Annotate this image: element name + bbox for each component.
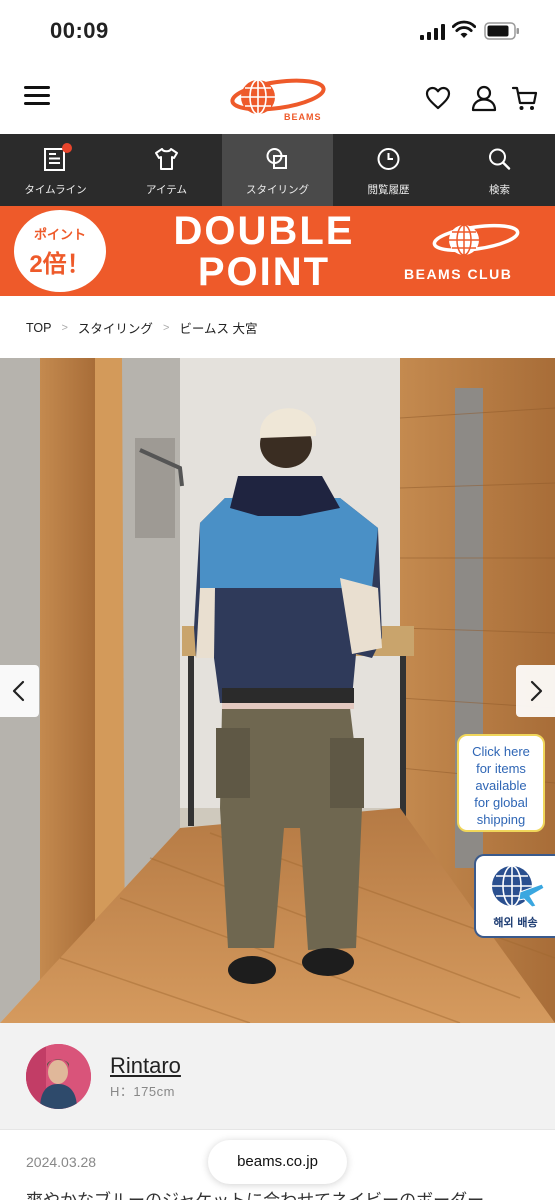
overseas-shipping-button[interactable]: 해외 배송 [474,854,555,938]
nav-label: 閲覧履歴 [367,184,410,196]
avatar[interactable] [26,1044,91,1109]
post-date: 2024.03.28 [26,1154,97,1170]
wifi-icon [452,20,476,38]
search-icon [489,148,511,170]
divider [0,1129,555,1130]
nav-label: スタイリング [246,184,309,196]
chevron-left-icon [12,680,25,702]
styling-icon [266,148,287,169]
battery-icon [484,22,519,40]
bubble-line: for items [476,761,526,776]
badge-line2: 2倍！ [29,251,91,278]
beams-logo[interactable]: BEAMS [228,76,328,122]
status-bar: 00:09 [0,0,555,62]
staff-name-link[interactable]: Rintaro [110,1053,181,1079]
favorite-heart-icon[interactable] [424,84,452,112]
styling-photo: Click here for items available for globa… [0,358,555,1023]
breadcrumb-styling[interactable]: スタイリング [78,318,153,337]
breadcrumb-separator: > [162,321,170,334]
nav-search[interactable]: 検索 [444,134,555,206]
overseas-shipping-label: 해외 배송 [493,916,538,929]
site-header: BEAMS [0,62,555,134]
global-shipping-bubble[interactable]: Click here for items available for globa… [457,734,545,832]
status-time: 00:09 [50,18,109,43]
nav-label: タイムライン [24,184,87,196]
nav-items[interactable]: アイテム [111,134,222,206]
chevron-right-icon [530,680,543,702]
badge-line1: ポイント [33,227,86,242]
styling-photo-image [0,358,555,1023]
hamburger-menu-button[interactable] [24,85,50,107]
breadcrumb-separator: > [61,321,68,334]
cart-icon[interactable] [511,84,539,112]
points-badge: ポイント 2倍！ [14,210,106,292]
beams-club-label: BEAMS CLUB [404,266,513,282]
avatar-image [26,1044,91,1109]
cellular-signal-icon [420,24,445,40]
nav-label: 検索 [489,184,510,196]
account-icon[interactable] [470,84,498,112]
post-description: 爽やかなブルーのジャケットに合わせてネイビーのボーダー [26,1186,484,1200]
nav-timeline[interactable]: タイムライン [0,134,111,206]
bubble-line: shipping [476,812,526,827]
nav-history[interactable]: 閲覧履歴 [333,134,444,206]
logo-text: BEAMS [284,112,322,122]
breadcrumb-top[interactable]: TOP [26,321,51,335]
nav-styling[interactable]: スタイリング [222,134,333,206]
browser-url-pill[interactable]: beams.co.jp [208,1140,347,1184]
globe-plane-icon [492,865,545,908]
photo-prev-button[interactable] [0,665,39,717]
banner-title-line1: DOUBLE [173,209,355,253]
staff-profile: Rintaro H：175cm [0,1023,555,1129]
bubble-line: available [475,778,527,793]
breadcrumb-shop[interactable]: ビームス 大宮 [179,318,257,337]
clock-icon [377,148,400,170]
staff-height: H：175cm [110,1084,175,1099]
bubble-line: for global [474,795,528,810]
beams-club-logo-icon [432,223,520,256]
nav-label: アイテム [146,184,187,196]
double-point-banner[interactable]: ポイント 2倍！ DOUBLE POINT BEAMS CLUB [0,206,555,296]
banner-title-line2: POINT [197,250,331,294]
tshirt-icon [155,148,178,170]
main-nav: タイムライン アイテム スタイリング 閲覧履歴 検索 [0,134,555,206]
photo-next-button[interactable] [516,665,555,717]
breadcrumb: TOP > スタイリング > ビームス 大宮 [26,318,257,337]
bubble-line: Click here [472,744,530,759]
notification-dot [62,143,72,153]
